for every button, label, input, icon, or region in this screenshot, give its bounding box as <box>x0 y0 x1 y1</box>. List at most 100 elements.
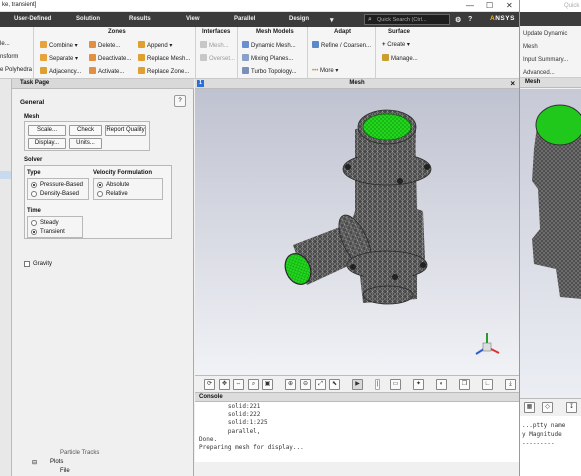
dynamic-mesh-button[interactable]: Dynamic Mesh... <box>242 41 296 49</box>
relative-radio[interactable] <box>97 191 103 197</box>
adapt-more-button[interactable]: ••• More ▾ <box>312 67 338 74</box>
background-window: Quick Update Dynamic Mesh Input Summary.… <box>519 0 581 476</box>
ribbon-group-interfaces: Interfaces Mesh... Overset... <box>196 27 238 79</box>
tree-expand-icon[interactable]: ⊟ <box>32 459 37 466</box>
mixing-planes-button[interactable]: Mixing Planes... <box>242 54 293 62</box>
turbo-topology-button[interactable]: Turbo Topology... <box>242 67 297 75</box>
maximize-icon[interactable]: ☐ <box>486 1 493 10</box>
append-button[interactable]: Append ▾ <box>138 41 172 49</box>
ribbon-group-adapt: Adapt Refine / Coarsen... ••• More ▾ <box>308 27 376 79</box>
title-bar: ke, transient] — ☐ ✕ <box>0 0 519 12</box>
export-icon[interactable]: ⤓ <box>505 379 516 390</box>
replace-mesh-button[interactable]: Replace Mesh... <box>138 54 190 62</box>
graphics-tab-number[interactable]: 1 <box>197 80 204 87</box>
menu-user-defined[interactable]: User-Defined <box>14 16 51 22</box>
tree-item-plots[interactable]: Plots <box>50 459 63 465</box>
light-icon[interactable]: ✦ <box>413 379 424 390</box>
overset-button[interactable]: Overset... <box>200 54 235 62</box>
console[interactable]: solid:221 solid:222 solid:1:225 parallel… <box>195 402 519 462</box>
replace-mesh-icon <box>138 54 145 61</box>
transient-label: Transient <box>40 229 65 235</box>
zoom-in-out-icon[interactable]: ⇔ <box>233 379 244 390</box>
camera-icon[interactable]: ▭ <box>390 379 401 390</box>
bg-tool-icon[interactable]: ▦ <box>524 402 535 413</box>
ribbon-item[interactable]: e Polyhedra <box>0 67 32 73</box>
bg-ribbon-item[interactable]: Input Summary... <box>523 54 578 67</box>
menu-results[interactable]: Results <box>129 16 151 22</box>
units-button[interactable]: Units... <box>69 138 102 149</box>
outline-selected-row[interactable] <box>0 171 11 179</box>
select-icon[interactable]: ⬉ <box>329 379 340 390</box>
refine-coarsen-button[interactable]: Refine / Coarsen... <box>312 41 371 49</box>
transient-radio[interactable] <box>31 229 37 235</box>
mesh-interfaces-button[interactable]: Mesh... <box>200 41 229 49</box>
graphics-close-icon[interactable]: × <box>510 79 515 88</box>
task-page: Task Page General ? Mesh Scale... Check … <box>12 79 194 476</box>
help-button[interactable]: ? <box>174 95 186 107</box>
bg-search-label[interactable]: Quick <box>564 3 579 9</box>
menu-design[interactable]: Design <box>289 16 309 22</box>
tree-item[interactable]: Particle Tracks <box>60 450 99 456</box>
adjacency-button[interactable]: Adjacency... <box>40 67 81 75</box>
outline-tree: Particle Tracks ⊟ Plots File <box>12 450 152 476</box>
scale-button[interactable]: Scale... <box>28 125 66 136</box>
delete-button[interactable]: Delete... <box>89 41 120 49</box>
check-button[interactable]: Check <box>69 125 102 136</box>
search-icon: ⌕ <box>368 16 372 23</box>
fit-icon[interactable]: ▣ <box>262 379 273 390</box>
turbo-topology-icon <box>242 67 249 74</box>
surface-manage-button[interactable]: Manage... <box>382 54 418 62</box>
absolute-radio[interactable] <box>97 182 103 188</box>
surface-create-button[interactable]: + Create ▾ <box>382 41 410 48</box>
menu-parallel[interactable]: Parallel <box>234 16 255 22</box>
help-icon[interactable]: ? <box>468 16 472 23</box>
bg-ribbon-item[interactable]: Update Dynamic Mesh <box>523 28 578 54</box>
density-based-radio[interactable] <box>31 191 37 197</box>
ribbon: le... nsform e Polyhedra Zones Combine ▾… <box>0 27 519 79</box>
divider-handle-icon: | <box>375 379 380 390</box>
bg-console-line: y Magnitude <box>522 431 562 438</box>
gear-icon[interactable]: ⚙ <box>455 16 461 24</box>
bg-graphics-view <box>520 89 581 399</box>
iso-view-icon[interactable]: ⤢ <box>315 379 326 390</box>
bg-tool-icon[interactable]: ↧ <box>566 402 577 413</box>
pressure-based-radio[interactable] <box>31 182 37 188</box>
combine-button[interactable]: Combine ▾ <box>40 41 78 49</box>
quick-search-input[interactable]: ⌕ Quick Search (Ctrl... <box>364 14 450 25</box>
main-window: ke, transient] — ☐ ✕ User-Defined Soluti… <box>0 0 519 476</box>
display-button[interactable]: Display... <box>28 138 66 149</box>
play-icon[interactable]: ▶ <box>352 379 363 390</box>
activate-button[interactable]: Activate... <box>89 67 124 75</box>
view-icon[interactable]: ◐ <box>436 379 447 390</box>
tree-item-file[interactable]: File <box>60 468 70 474</box>
graphics-view[interactable] <box>195 89 519 375</box>
gravity-checkbox[interactable] <box>24 261 30 267</box>
pan-icon[interactable]: ✥ <box>219 379 230 390</box>
menu-view[interactable]: View <box>186 16 200 22</box>
chevron-down-icon[interactable]: ▾ <box>330 16 334 24</box>
separate-button[interactable]: Separate ▾ <box>40 54 78 62</box>
solver-group: Type Pressure-Based Density-Based Veloci… <box>24 165 172 239</box>
zoom-box-icon[interactable]: ⌕ <box>248 379 259 390</box>
report-quality-button[interactable]: Report Quality <box>105 125 146 136</box>
replace-zone-button[interactable]: Replace Zone... <box>138 67 189 75</box>
zoom-out-icon[interactable]: ⊖ <box>300 379 311 390</box>
ribbon-item[interactable]: nsform <box>0 54 18 60</box>
bg-tool-icon[interactable]: ◇ <box>542 402 553 413</box>
zoom-in-icon[interactable]: ⊕ <box>285 379 296 390</box>
close-icon[interactable]: ✕ <box>506 1 513 10</box>
steady-radio[interactable] <box>31 220 37 226</box>
replace-zone-icon <box>138 67 145 74</box>
ribbon-group-mesh-models: Mesh Models Dynamic Mesh... Mixing Plane… <box>238 27 308 79</box>
deactivate-button[interactable]: Deactivate... <box>89 54 131 62</box>
rotate-icon[interactable]: ⟳ <box>204 379 215 390</box>
velocity-formulation-label: Velocity Formulation <box>93 170 153 176</box>
menu-solution[interactable]: Solution <box>76 16 100 22</box>
copy-icon[interactable]: ❐ <box>459 379 470 390</box>
menu-bar: User-Defined Solution Results View Paral… <box>0 12 519 27</box>
minimize-icon[interactable]: — <box>466 1 474 10</box>
time-label: Time <box>27 208 41 214</box>
ribbon-item[interactable]: le... <box>0 41 10 47</box>
status-area <box>195 462 519 476</box>
axes-icon[interactable]: ∟ <box>482 379 493 390</box>
